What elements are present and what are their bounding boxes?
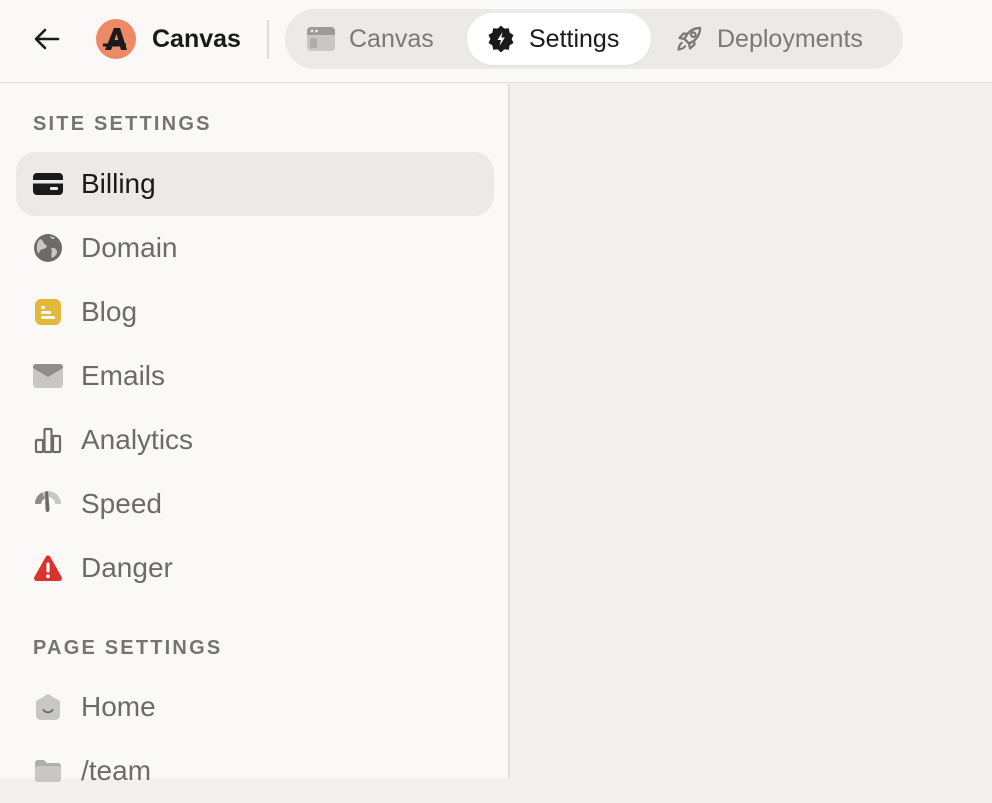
site-name: Canvas [152,25,241,53]
rocket-icon [673,23,705,55]
header-tabs: Canvas Settings Deployments [285,9,903,69]
sidebar-item-label: Home [81,691,156,722]
sidebar-item-label: Speed [81,488,162,519]
warning-triangle-icon [32,552,64,584]
tab-settings-label: Settings [529,24,620,53]
tab-deployments-label: Deployments [717,24,863,53]
sidebar-item-team[interactable]: /team [16,739,494,803]
sidebar-item-billing[interactable]: Billing [16,152,494,216]
sidebar-item-label: Analytics [81,424,194,455]
globe-icon [32,232,64,264]
site-logo[interactable] [96,19,136,59]
settings-content-area [512,84,992,778]
sidebar-item-analytics[interactable]: Analytics [16,408,494,472]
sidebar-item-emails[interactable]: Emails [16,344,494,408]
tab-deployments[interactable]: Deployments [673,13,898,65]
speedometer-icon [32,488,64,520]
top-bar: Canvas Canvas Settings Deployments [0,0,992,83]
sidebar-item-label: Domain [81,232,178,263]
blog-note-icon [32,296,64,328]
site-settings-heading: SITE SETTINGS [33,113,212,135]
sidebar-item-blog[interactable]: Blog [16,280,494,344]
tab-canvas-label: Canvas [349,24,434,53]
envelope-icon [32,360,64,392]
sidebar-item-home[interactable]: Home [16,675,494,739]
tab-settings[interactable]: Settings [467,13,651,65]
sidebar-item-label: Billing [81,168,156,199]
header-divider [267,20,269,59]
credit-card-icon [32,168,64,200]
tab-canvas[interactable]: Canvas [305,13,470,65]
sidebar-item-domain[interactable]: Domain [16,216,494,280]
sidebar-item-label: /team [81,755,152,786]
folder-icon [32,755,64,787]
browser-window-icon [305,23,337,55]
page-settings-heading: PAGE SETTINGS [33,637,223,659]
sidebar-item-speed[interactable]: Speed [16,472,494,536]
home-icon [32,691,64,723]
sidebar-item-danger[interactable]: Danger [16,536,494,600]
sidebar-item-label: Danger [81,552,173,583]
settings-sidebar: SITE SETTINGS Billing Domain Blog Emails… [0,84,510,786]
sidebar-item-label: Blog [81,296,138,327]
site-logo-icon [103,28,127,50]
sidebar-item-label: Emails [81,360,166,391]
bar-chart-icon [32,424,64,456]
arrow-left-icon [34,28,60,50]
back-button[interactable] [28,20,66,58]
settings-badge-icon [485,23,517,55]
